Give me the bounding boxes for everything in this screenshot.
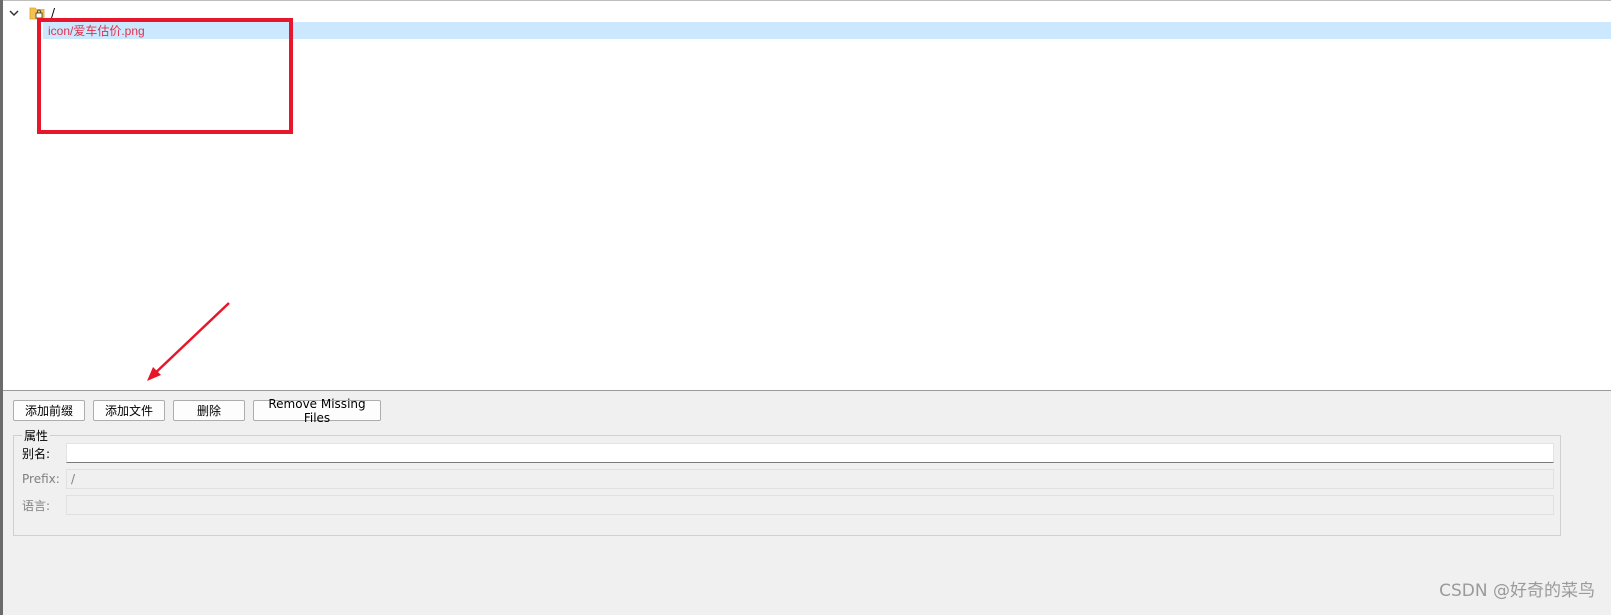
properties-title: 属性 <box>22 427 51 444</box>
annotation-arrow-icon <box>147 302 230 381</box>
toolbar: 添加前缀 添加文件 删除 Remove Missing Files <box>13 397 381 425</box>
prefix-label: Prefix: <box>22 472 60 486</box>
folder-lock-icon <box>29 6 45 20</box>
tree-file-label: icon/爱车估价.png <box>48 24 145 38</box>
remove-missing-files-button[interactable]: Remove Missing Files <box>253 397 381 425</box>
resource-editor-window: / icon/爱车估价.png 添加前缀 添加文件 删除 Remove Miss… <box>0 0 1611 615</box>
chevron-down-icon[interactable] <box>7 6 21 20</box>
language-input[interactable] <box>66 495 1554 515</box>
add-files-button[interactable]: 添加文件 <box>93 400 165 421</box>
tree-root-item[interactable]: / <box>7 4 55 22</box>
language-label: 语言: <box>22 498 51 513</box>
alias-row: 别名: <box>22 443 1554 463</box>
prefix-row: Prefix: / <box>22 469 1554 489</box>
alias-input[interactable] <box>66 443 1554 463</box>
alias-label: 别名: <box>22 446 51 461</box>
properties-group: 属性 别名: Prefix: / 语言: <box>13 427 1561 536</box>
prefix-input[interactable]: / <box>66 469 1554 489</box>
remove-button[interactable]: 删除 <box>173 400 245 421</box>
tree-root-label: / <box>51 6 56 20</box>
resource-tree[interactable]: / icon/爱车估价.png <box>3 0 1611 391</box>
watermark: CSDN @好奇的菜鸟 <box>1439 581 1595 601</box>
language-row: 语言: <box>22 495 1554 515</box>
tree-file-item[interactable]: icon/爱车估价.png <box>43 22 1611 39</box>
add-prefix-button[interactable]: 添加前缀 <box>13 400 85 421</box>
